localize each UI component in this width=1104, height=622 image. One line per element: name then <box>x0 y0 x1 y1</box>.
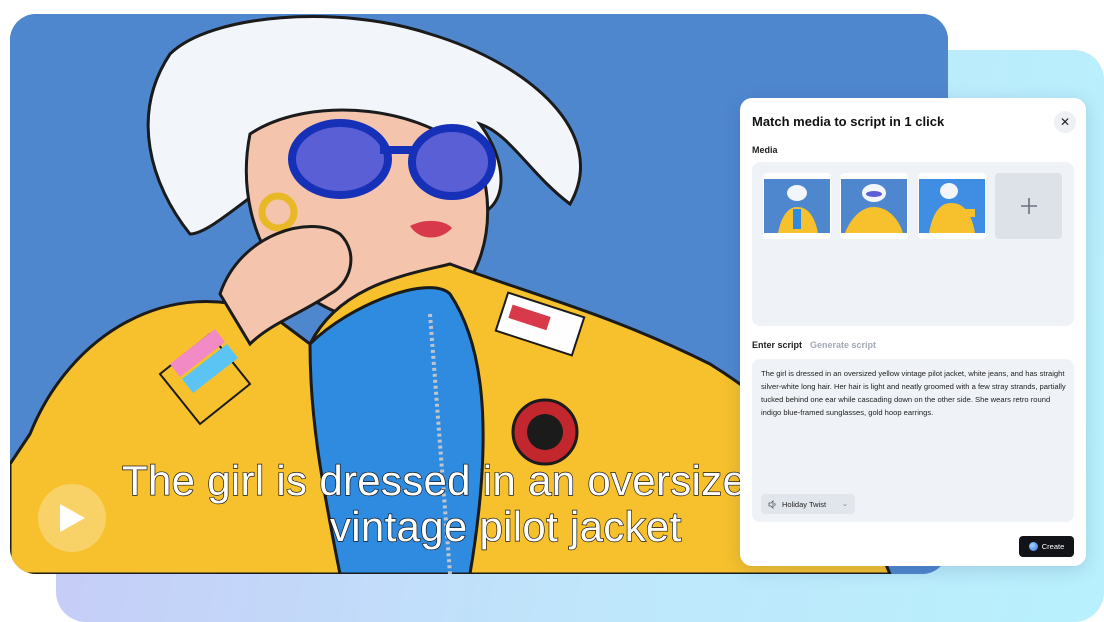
media-label: Media <box>752 145 778 155</box>
media-area <box>752 162 1074 326</box>
media-thumbnail-3[interactable] <box>918 173 986 239</box>
voice-label: Holiday Twist <box>782 499 827 509</box>
play-button[interactable] <box>38 484 106 552</box>
voice-icon <box>768 499 776 509</box>
chevron-down-icon: ⌄ <box>842 501 848 508</box>
tab-enter-script[interactable]: Enter script <box>752 340 802 350</box>
script-text[interactable]: The girl is dressed in an oversized yell… <box>761 367 1067 419</box>
dialog-title: Match media to script in 1 click <box>752 114 945 129</box>
subtitle-line-1: The girl is dressed in an oversize <box>121 456 747 504</box>
media-thumbnail-2[interactable] <box>840 173 908 239</box>
thumbnail-image <box>919 179 985 233</box>
media-thumbnail-1[interactable] <box>763 173 831 239</box>
match-media-dialog: Match media to script in 1 click ✕ Media <box>740 98 1086 566</box>
script-tabs: Enter script Generate script <box>752 340 876 350</box>
voice-select[interactable]: Holiday Twist ⌄ <box>761 494 855 514</box>
thumbnail-image <box>764 179 830 233</box>
create-icon <box>1028 542 1038 551</box>
plus-icon <box>1020 198 1037 214</box>
thumbnail-image <box>841 179 907 233</box>
add-media-button[interactable] <box>995 173 1062 239</box>
close-button[interactable]: ✕ <box>1054 111 1076 133</box>
script-input[interactable]: The girl is dressed in an oversized yell… <box>752 359 1074 522</box>
create-label: Create <box>1041 542 1065 551</box>
create-button[interactable]: Create <box>1019 536 1074 557</box>
subtitle-line-2: vintage pilot jacket <box>329 502 682 550</box>
close-icon: ✕ <box>1059 115 1071 129</box>
tab-generate-script[interactable]: Generate script <box>810 340 876 350</box>
play-icon <box>60 504 85 532</box>
